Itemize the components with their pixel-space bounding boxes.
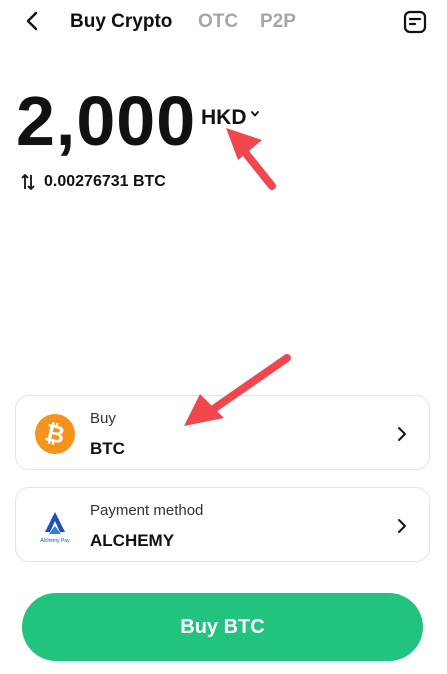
conversion-row[interactable]: 0.00276731 BTC — [20, 173, 166, 191]
amount-input-display[interactable]: 2,000 — [16, 82, 196, 160]
conversion-amount: 0.00276731 BTC — [44, 173, 166, 190]
payment-method-selector[interactable]: Alchemy Pay Payment method ALCHEMY — [15, 487, 430, 562]
back-arrow-icon[interactable] — [22, 10, 44, 32]
tab-buy-crypto[interactable]: Buy Crypto — [70, 11, 172, 33]
bitcoin-icon: ₿ — [35, 414, 75, 454]
buy-asset-selector[interactable]: ₿ Buy BTC — [15, 395, 430, 470]
orders-document-icon[interactable] — [402, 9, 428, 35]
alchemy-pay-logo: Alchemy Pay — [40, 512, 70, 544]
chevron-down-icon — [250, 111, 259, 117]
arrow-annotation-currency — [226, 128, 276, 190]
swap-vertical-icon — [21, 174, 35, 190]
svg-text:Alchemy Pay: Alchemy Pay — [40, 538, 70, 544]
currency-label: HKD — [201, 106, 247, 129]
currency-selector[interactable]: HKD — [201, 106, 260, 130]
buy-label: Buy — [90, 410, 116, 427]
chevron-right-icon — [398, 427, 406, 441]
buy-crypto-screen: Buy Crypto OTC P2P 2,000 HKD 0.00276731 … — [0, 0, 447, 674]
payment-method-label: Payment method — [90, 502, 204, 519]
buy-btc-button-label: Buy BTC — [180, 615, 265, 638]
chevron-right-icon — [398, 519, 406, 533]
top-bar: Buy Crypto OTC P2P — [0, 0, 447, 46]
buy-asset-value: BTC — [90, 439, 125, 458]
payment-method-value: ALCHEMY — [90, 531, 175, 550]
buy-btc-button[interactable]: Buy BTC — [22, 593, 423, 661]
tab-otc[interactable]: OTC — [198, 11, 238, 33]
tab-p2p[interactable]: P2P — [260, 11, 296, 33]
